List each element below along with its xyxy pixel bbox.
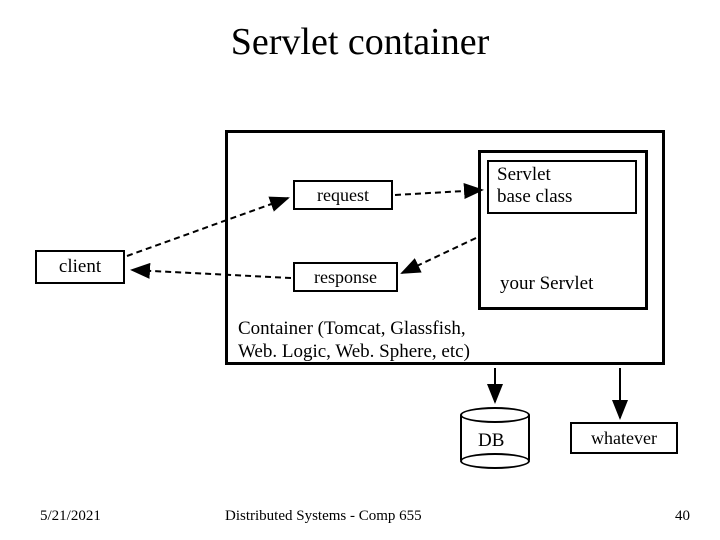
client-box: client (35, 250, 125, 284)
footer-page-number: 40 (675, 508, 690, 525)
container-caption: Container (Tomcat, Glassfish,Web. Logic,… (238, 317, 470, 363)
whatever-box: whatever (570, 422, 678, 454)
footer-course: Distributed Systems - Comp 655 (225, 508, 422, 525)
your-servlet-label: your Servlet (500, 273, 593, 295)
response-box: response (293, 262, 398, 292)
slide-title: Servlet container (0, 20, 720, 64)
footer-date: 5/21/2021 (40, 508, 101, 525)
servlet-base-class-box: Servletbase class (487, 160, 637, 214)
request-box: request (293, 180, 393, 210)
db-label: DB (478, 430, 504, 452)
